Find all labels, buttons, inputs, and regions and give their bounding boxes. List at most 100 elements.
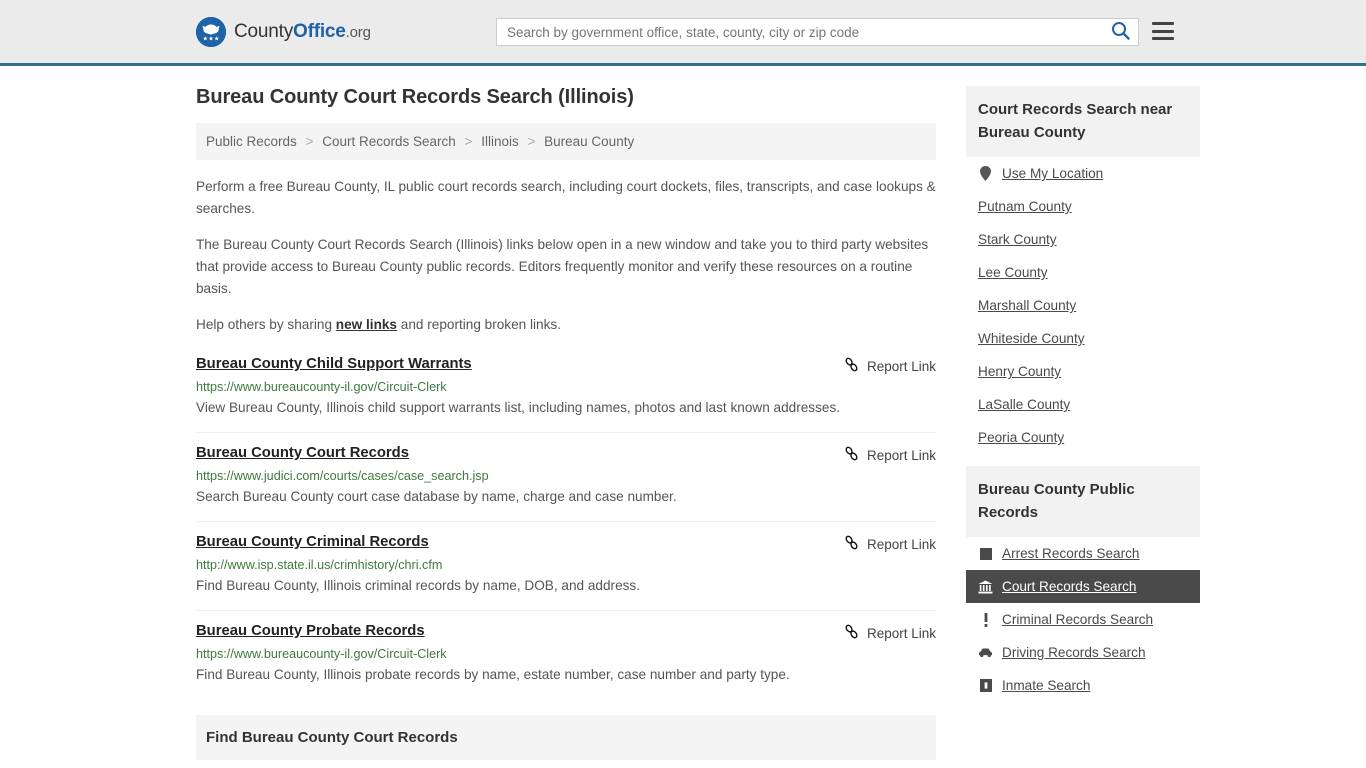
hamburger-bar (1152, 22, 1174, 25)
find-records-box: Find Bureau County Court Records (196, 715, 936, 761)
sidebar-item-label: Marshall County (978, 298, 1077, 313)
intro-text: Perform a free Bureau County, IL public … (196, 176, 936, 336)
result-item: Bureau County Criminal Records Report Li… (196, 521, 936, 610)
list-item: Criminal Records Search (966, 603, 1200, 636)
result-item: Bureau County Probate Records Report Lin… (196, 610, 936, 699)
breadcrumb-item-bureau-county[interactable]: Bureau County (544, 134, 634, 149)
sidebar-item-marshall-county[interactable]: Marshall County (966, 289, 1200, 322)
sidebar-item-criminal-records-search[interactable]: Criminal Records Search (966, 603, 1200, 636)
list-item: Stark County (966, 223, 1200, 256)
report-link-label: Report Link (866, 625, 936, 641)
page-container: Bureau County Court Records Search (Illi… (0, 66, 1366, 761)
intro-p3-before: Help others by sharing (196, 317, 336, 333)
result-title-link[interactable]: Bureau County Criminal Records (196, 534, 429, 550)
result-url: https://www.bureaucounty-il.gov/Circuit-… (196, 380, 447, 395)
list-item: LaSalle County (966, 388, 1200, 421)
list-item: Arrest Records Search (966, 537, 1200, 570)
list-item: Use My Location (966, 157, 1200, 190)
sidebar-item-label: Arrest Records Search (1002, 546, 1140, 561)
sidebar-item-lee-county[interactable]: Lee County (966, 256, 1200, 289)
result-title-link[interactable]: Bureau County Child Support Warrants (196, 356, 472, 372)
report-link-label: Report Link (866, 358, 936, 374)
sidebar-item-putnam-county[interactable]: Putnam County (966, 190, 1200, 223)
report-link-button[interactable]: Report Link (844, 534, 936, 553)
site-header: CountyOffice.org (0, 0, 1366, 66)
brand-strong: Office (293, 20, 346, 42)
result-url: https://www.judici.com/courts/cases/case… (196, 469, 489, 484)
sidebar-item-label: Use My Location (1002, 166, 1104, 181)
brand-tld: .org (345, 23, 371, 41)
result-description: Find Bureau County, Illinois criminal re… (196, 578, 641, 594)
breadcrumb-item-public-records[interactable]: Public Records (206, 134, 297, 149)
sidebar-item-label: LaSalle County (978, 397, 1071, 412)
result-header: Bureau County Criminal Records Report Li… (196, 534, 936, 553)
sidebar-item-driving-records-search[interactable]: Driving Records Search (966, 636, 1200, 669)
sidebar-item-label: Lee County (978, 265, 1048, 280)
site-logo[interactable]: CountyOffice.org (196, 16, 371, 47)
broken-link-icon (844, 446, 859, 464)
result-header: Bureau County Probate Records Report Lin… (196, 623, 936, 642)
sidebar-item-peoria-county[interactable]: Peoria County (966, 421, 1200, 454)
exclamation-icon (978, 612, 993, 627)
sidebar-nearby-heading: Court Records Search near Bureau County (966, 86, 1200, 157)
search-icon (1111, 21, 1130, 43)
broken-link-icon (844, 624, 859, 642)
sidebar: Court Records Search near Bureau County … (966, 86, 1200, 760)
sidebar-item-inmate-search[interactable]: Inmate Search (966, 669, 1200, 702)
sidebar-item-stark-county[interactable]: Stark County (966, 223, 1200, 256)
sidebar-item-label: Court Records Search (1002, 579, 1137, 594)
result-description: Find Bureau County, Illinois probate rec… (196, 667, 790, 683)
result-title-link[interactable]: Bureau County Court Records (196, 445, 409, 461)
search-input[interactable] (497, 19, 1102, 45)
breadcrumb-item-court-records-search[interactable]: Court Records Search (322, 134, 456, 149)
content-layout: Bureau County Court Records Search (Illi… (196, 66, 1200, 761)
sidebar-public-records-heading: Bureau County Public Records (966, 466, 1200, 537)
sidebar-item-label: Putnam County (978, 199, 1072, 214)
intro-paragraph-1: Perform a free Bureau County, IL public … (196, 179, 936, 217)
list-item: Court Records Search (966, 570, 1200, 603)
report-link-label: Report Link (866, 447, 936, 463)
hamburger-bar (1152, 29, 1174, 33)
find-records-heading: Find Bureau County Court Records (206, 729, 458, 747)
sidebar-item-label: Stark County (978, 232, 1057, 247)
breadcrumb: Public Records > Court Records Search > … (196, 123, 936, 160)
result-item: Bureau County Court Records Report Link … (196, 432, 936, 521)
sidebar-item-lasalle-county[interactable]: LaSalle County (966, 388, 1200, 421)
sidebar-item-henry-county[interactable]: Henry County (966, 355, 1200, 388)
main-content: Bureau County Court Records Search (Illi… (196, 86, 936, 761)
broken-link-icon (844, 357, 859, 375)
search-button[interactable] (1102, 19, 1138, 45)
sidebar-item-label: Driving Records Search (1002, 645, 1146, 660)
brand-prefix: County (234, 20, 294, 42)
sidebar-item-label: Criminal Records Search (1002, 612, 1154, 627)
report-link-button[interactable]: Report Link (844, 623, 936, 642)
result-description: View Bureau County, Illinois child suppo… (196, 400, 841, 416)
hamburger-menu-icon[interactable] (1152, 20, 1174, 42)
result-item: Bureau County Child Support Warrants Rep… (196, 350, 936, 432)
sidebar-item-label: Peoria County (978, 430, 1065, 445)
result-header: Bureau County Child Support Warrants Rep… (196, 356, 936, 375)
sidebar-item-court-records-search[interactable]: Court Records Search (966, 570, 1200, 603)
report-link-button[interactable]: Report Link (844, 356, 936, 375)
list-item: Whiteside County (966, 322, 1200, 355)
results-list: Bureau County Child Support Warrants Rep… (196, 350, 936, 699)
eagle-stars-logo-icon (196, 16, 226, 47)
list-item: Driving Records Search (966, 636, 1200, 669)
breadcrumb-separator: > (464, 134, 473, 149)
courthouse-icon (978, 580, 993, 594)
broken-link-icon (844, 535, 859, 553)
sidebar-item-whiteside-county[interactable]: Whiteside County (966, 322, 1200, 355)
sidebar-item-label: Whiteside County (978, 331, 1085, 346)
breadcrumb-item-illinois[interactable]: Illinois (481, 134, 519, 149)
sidebar-item-label: Inmate Search (1002, 678, 1091, 693)
report-link-button[interactable]: Report Link (844, 445, 936, 464)
sidebar-item-use-my-location[interactable]: Use My Location (966, 157, 1200, 190)
result-title-link[interactable]: Bureau County Probate Records (196, 623, 425, 639)
intro-paragraph-3: Help others by sharing new links and rep… (196, 314, 936, 336)
result-url: https://www.bureaucounty-il.gov/Circuit-… (196, 647, 447, 662)
sidebar-item-arrest-records-search[interactable]: Arrest Records Search (966, 537, 1200, 570)
map-pin-icon (978, 166, 993, 181)
breadcrumb-separator: > (527, 134, 536, 149)
new-links-link[interactable]: new links (336, 317, 397, 332)
